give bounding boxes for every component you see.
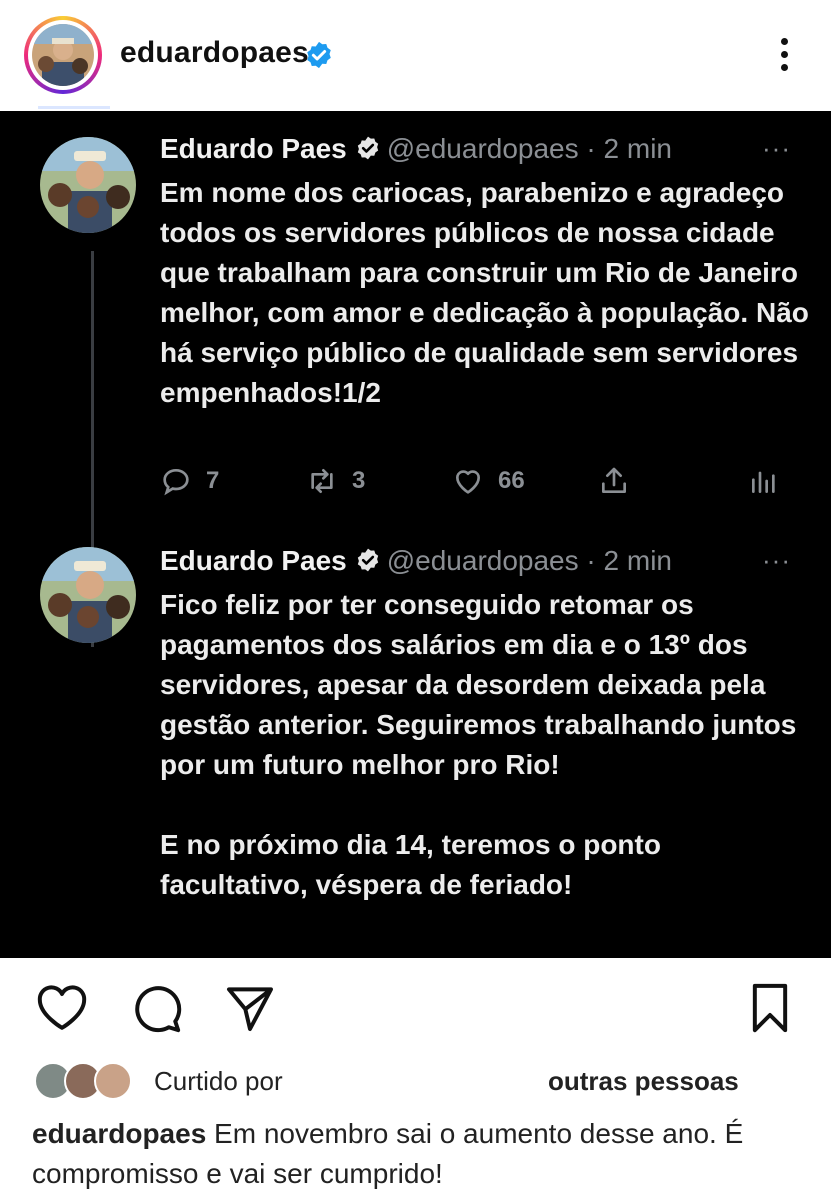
- liked-by-row[interactable]: Curtido por outras pessoas: [32, 1060, 812, 1104]
- more-vertical-icon[interactable]: [770, 34, 798, 78]
- liked-by-avatars: [34, 1062, 144, 1102]
- post-caption: eduardopaes Em novembro sai o aumento de…: [32, 1114, 812, 1194]
- tweet-text: Em nome dos cariocas, parabenizo e agrad…: [160, 177, 817, 408]
- tweet-header: Eduardo Paes @eduardopaes · 2 min: [160, 545, 672, 577]
- save-bookmark-icon[interactable]: [742, 980, 798, 1036]
- retweet-icon: [311, 469, 333, 493]
- tweet-text: Fico feliz por ter conseguido retomar os…: [160, 589, 797, 900]
- tweet-retweet: 3: [306, 465, 365, 497]
- liker-avatar: [94, 1062, 132, 1100]
- liked-by-others-link[interactable]: outras pessoas: [548, 1066, 739, 1097]
- tweet-share: [598, 465, 630, 497]
- caption-username[interactable]: eduardopaes: [32, 1118, 206, 1149]
- liked-by-label: Curtido por: [154, 1066, 283, 1096]
- tweet-handle-time: @eduardopaes · 2 min: [386, 133, 672, 164]
- share-send-icon[interactable]: [222, 980, 278, 1036]
- post-username[interactable]: eduardopaes: [120, 36, 309, 70]
- comment-icon[interactable]: [128, 980, 184, 1036]
- verified-icon: [357, 548, 378, 572]
- verified-icon: [357, 136, 378, 160]
- tweet-like: 66: [452, 465, 525, 497]
- post-action-bar: [0, 970, 831, 1050]
- tweet-avatar: [40, 137, 136, 233]
- verified-badge-icon: [307, 41, 331, 69]
- tweet-more-icon: ···: [762, 545, 791, 575]
- like-heart-icon[interactable]: [34, 980, 90, 1036]
- analytics-icon: [752, 471, 775, 493]
- reply-icon: [163, 468, 189, 496]
- post-header: eduardopaes: [0, 0, 831, 110]
- profile-avatar-story-ring[interactable]: [24, 16, 102, 94]
- header-divider: [38, 106, 110, 109]
- tweet-header: Eduardo Paes @eduardopaes · 2 min: [160, 133, 672, 165]
- profile-avatar[interactable]: [32, 24, 94, 86]
- share-icon: [602, 467, 626, 493]
- tweet-author-name: Eduardo Paes: [160, 545, 347, 576]
- heart-icon: [455, 470, 481, 494]
- tweet-handle-time: @eduardopaes · 2 min: [386, 545, 672, 576]
- tweet-screenshot: Eduardo Paes @eduardopaes · 2 min ··· Em …: [0, 111, 831, 958]
- tweet-actions: 7 3 66: [160, 465, 790, 505]
- tweet-author-name: Eduardo Paes: [160, 133, 347, 164]
- tweet-analytics: [748, 465, 780, 497]
- tweet-reply: 7: [160, 465, 219, 497]
- retweet-count: 3: [352, 467, 366, 494]
- tweet-more-icon: ···: [762, 133, 791, 163]
- tweet-avatar: [40, 547, 136, 643]
- reply-count: 7: [206, 467, 220, 494]
- like-count: 66: [498, 467, 525, 494]
